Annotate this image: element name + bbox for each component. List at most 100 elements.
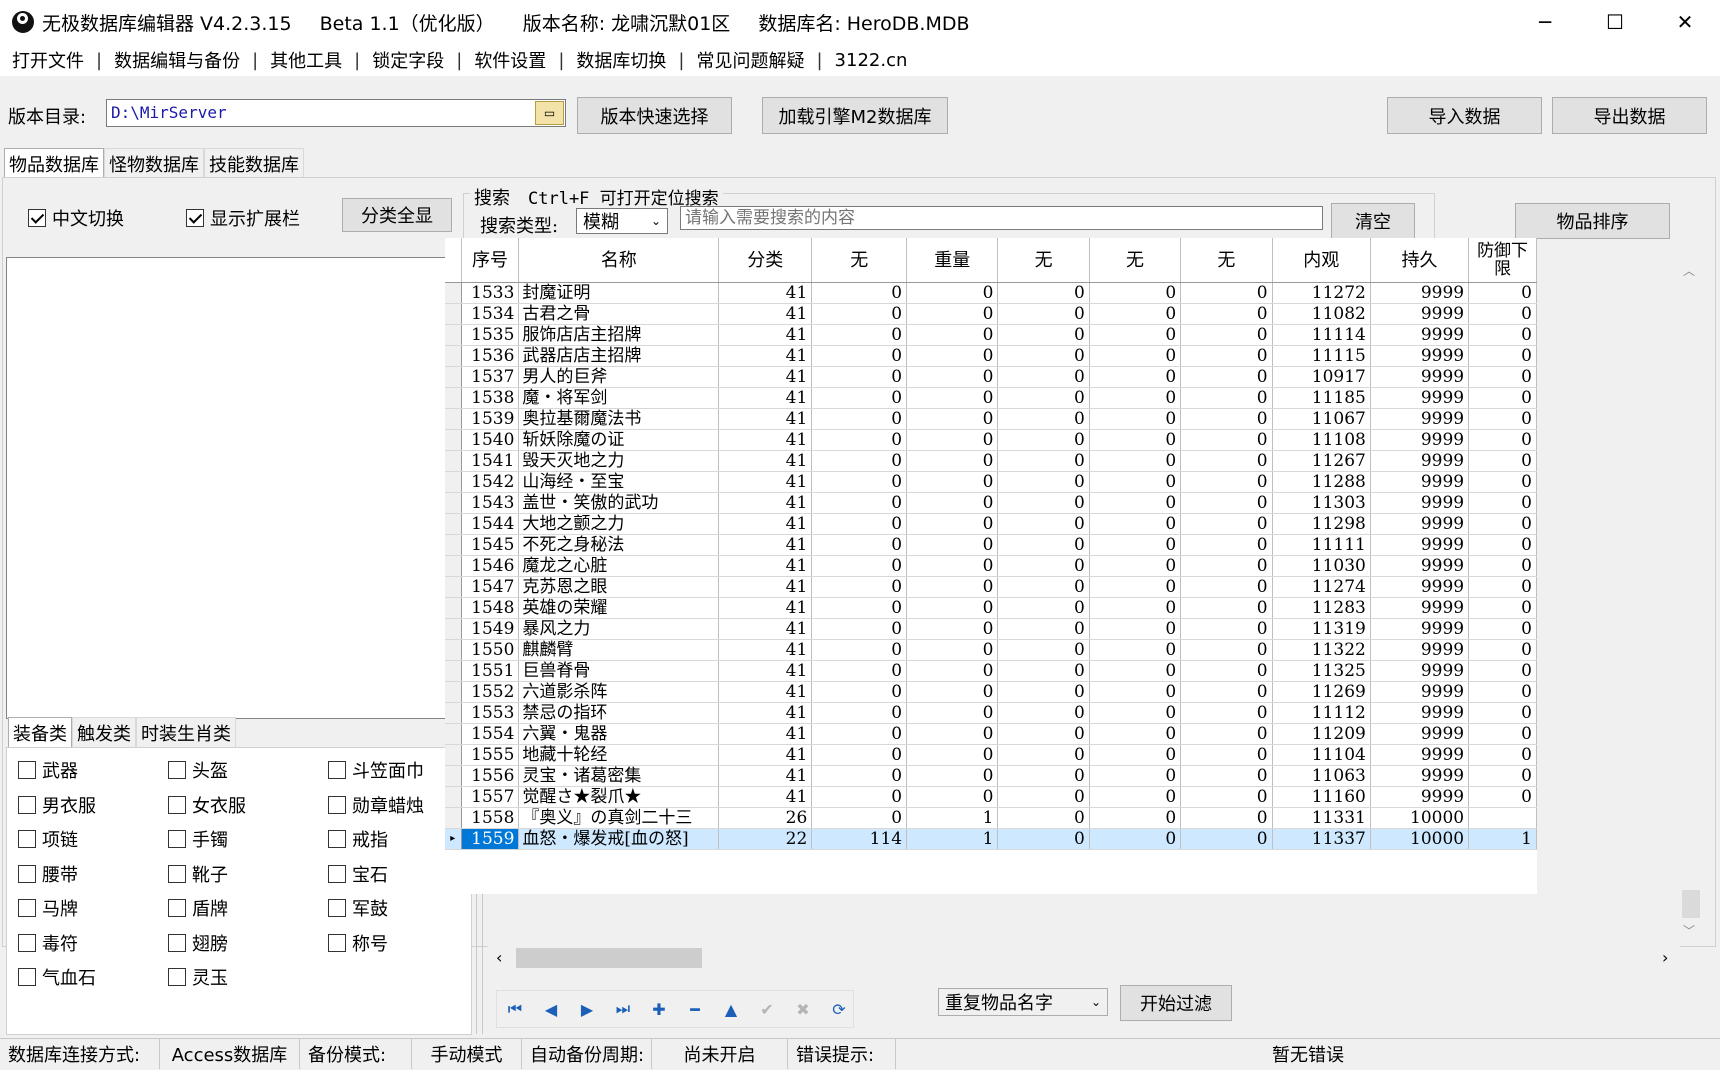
export-button[interactable]: 导出数据: [1552, 97, 1707, 134]
table-cell[interactable]: 0: [811, 534, 908, 556]
table-cell[interactable]: 0: [1089, 492, 1182, 514]
table-cell[interactable]: 0: [997, 366, 1090, 388]
vertical-scrollbar[interactable]: ︿ ﹀: [1680, 258, 1702, 944]
table-cell[interactable]: 9999: [1370, 576, 1470, 598]
table-row[interactable]: 1553 禁忌の指环 41 0 0 0 0 0 11112 9999 0: [445, 702, 1537, 724]
table-cell[interactable]: 0: [997, 807, 1090, 829]
table-cell[interactable]: 暴风之力: [518, 618, 720, 640]
table-cell[interactable]: 0: [997, 828, 1090, 850]
table-cell[interactable]: 0: [811, 471, 908, 493]
table-row[interactable]: 1539 奥拉基爾魔法书 41 0 0 0 0 0 11067 9999 0: [445, 408, 1537, 430]
show-ext-checkbox[interactable]: 显示扩展栏: [186, 205, 300, 231]
table-cell[interactable]: 0: [1089, 429, 1182, 451]
start-filter-button[interactable]: 开始过滤: [1120, 985, 1232, 1021]
table-cell[interactable]: 0: [906, 429, 999, 451]
table-cell[interactable]: 0: [1089, 639, 1182, 661]
table-cell[interactable]: 0: [1180, 807, 1273, 829]
hscroll-thumb[interactable]: [516, 948, 702, 968]
table-cell[interactable]: 0: [906, 765, 999, 787]
table-cell[interactable]: 0: [997, 324, 1090, 346]
table-cell[interactable]: 41: [718, 786, 813, 808]
table-cell[interactable]: 服饰店店主招牌: [518, 324, 720, 346]
table-cell[interactable]: 0: [1468, 786, 1537, 808]
category-checkbox[interactable]: 戒指: [328, 826, 388, 852]
table-cell[interactable]: 41: [718, 534, 813, 556]
table-cell[interactable]: 11269: [1272, 681, 1371, 703]
table-cell[interactable]: 魔龙之心脏: [518, 555, 720, 577]
table-cell[interactable]: 41: [718, 450, 813, 472]
menu-other-tools[interactable]: 其他工具: [266, 47, 346, 73]
table-cell[interactable]: 0: [811, 576, 908, 598]
table-cell[interactable]: 0: [1089, 513, 1182, 535]
table-cell[interactable]: 11111: [1272, 534, 1371, 556]
table-row[interactable]: 1538 魔・将军剑 41 0 0 0 0 0 11185 9999 0: [445, 387, 1537, 409]
table-cell[interactable]: 9999: [1370, 408, 1470, 430]
table-cell[interactable]: 0: [1468, 618, 1537, 640]
table-cell[interactable]: 1536: [461, 345, 520, 367]
table-cell[interactable]: 0: [997, 303, 1090, 325]
table-cell[interactable]: 1546: [461, 555, 520, 577]
search-type-select[interactable]: 模糊 ⌄: [576, 208, 668, 234]
table-cell[interactable]: 0: [811, 618, 908, 640]
table-cell[interactable]: 0: [1180, 303, 1273, 325]
table-cell[interactable]: 11322: [1272, 639, 1371, 661]
table-cell[interactable]: 0: [906, 450, 999, 472]
table-cell[interactable]: 0: [1180, 618, 1273, 640]
table-cell[interactable]: 0: [1089, 828, 1182, 850]
table-cell[interactable]: 11288: [1272, 471, 1371, 493]
table-cell[interactable]: 9999: [1370, 744, 1470, 766]
table-cell[interactable]: 0: [1180, 660, 1273, 682]
table-cell[interactable]: 0: [811, 282, 908, 304]
table-cell[interactable]: 0: [997, 534, 1090, 556]
table-cell[interactable]: 9999: [1370, 282, 1470, 304]
tab-trigger[interactable]: 触发类: [72, 717, 136, 747]
table-cell[interactable]: 11303: [1272, 492, 1371, 514]
table-cell[interactable]: 六翼・鬼器: [518, 723, 720, 745]
table-row[interactable]: 1554 六翼・鬼器 41 0 0 0 0 0 11209 9999 0: [445, 723, 1537, 745]
table-cell[interactable]: 0: [1468, 492, 1537, 514]
table-cell[interactable]: 0: [1468, 471, 1537, 493]
folder-browse-icon[interactable]: ▭: [535, 101, 564, 125]
table-cell[interactable]: 11319: [1272, 618, 1371, 640]
table-cell[interactable]: 1555: [461, 744, 520, 766]
table-cell[interactable]: 9999: [1370, 450, 1470, 472]
item-grid[interactable]: 序号 名称 分类无重量无无无内观 持久 防御下限 1533 封魔证明 41 0 0 0 0 0 1127…: [445, 238, 1537, 894]
table-cell[interactable]: 41: [718, 639, 813, 661]
column-header[interactable]: 名称: [518, 238, 720, 283]
table-cell[interactable]: 11325: [1272, 660, 1371, 682]
table-cell[interactable]: 0: [997, 555, 1090, 577]
table-cell[interactable]: 0: [811, 366, 908, 388]
scroll-right-icon[interactable]: ›: [1662, 948, 1668, 967]
table-cell[interactable]: 0: [1180, 450, 1273, 472]
table-cell[interactable]: 9999: [1370, 660, 1470, 682]
table-row[interactable]: 1557 觉醒さ★裂爪★ 41 0 0 0 0 0 11160 9999 0: [445, 786, 1537, 808]
table-cell[interactable]: 巨兽脊骨: [518, 660, 720, 682]
table-cell[interactable]: 41: [718, 513, 813, 535]
table-cell[interactable]: 41: [718, 345, 813, 367]
table-cell[interactable]: 古君之骨: [518, 303, 720, 325]
table-cell[interactable]: 0: [906, 387, 999, 409]
table-cell[interactable]: 0: [1180, 828, 1273, 850]
table-cell[interactable]: 奥拉基爾魔法书: [518, 408, 720, 430]
table-cell[interactable]: 0: [997, 429, 1090, 451]
table-cell[interactable]: 0: [1468, 345, 1537, 367]
table-cell[interactable]: 0: [1468, 702, 1537, 724]
table-cell[interactable]: 0: [1468, 660, 1537, 682]
table-cell[interactable]: 0: [1468, 639, 1537, 661]
table-cell[interactable]: 斩妖除魔の证: [518, 429, 720, 451]
table-cell[interactable]: 11112: [1272, 702, 1371, 724]
table-cell[interactable]: 0: [997, 576, 1090, 598]
table-row[interactable]: 1542 山海经・至宝 41 0 0 0 0 0 11288 9999 0: [445, 471, 1537, 493]
table-cell[interactable]: 0: [1089, 534, 1182, 556]
tab-items[interactable]: 物品数据库: [4, 148, 104, 178]
chinese-switch-checkbox[interactable]: 中文切换: [28, 205, 124, 231]
table-cell[interactable]: 魔・将军剑: [518, 387, 720, 409]
table-cell[interactable]: 114: [811, 828, 908, 850]
table-cell[interactable]: 0: [997, 408, 1090, 430]
table-cell[interactable]: 11331: [1272, 807, 1371, 829]
item-sort-button[interactable]: 物品排序: [1515, 203, 1670, 239]
menu-edit-backup[interactable]: 数据编辑与备份: [110, 47, 244, 73]
table-cell[interactable]: 1542: [461, 471, 520, 493]
table-cell[interactable]: 0: [997, 471, 1090, 493]
table-cell[interactable]: 0: [906, 786, 999, 808]
